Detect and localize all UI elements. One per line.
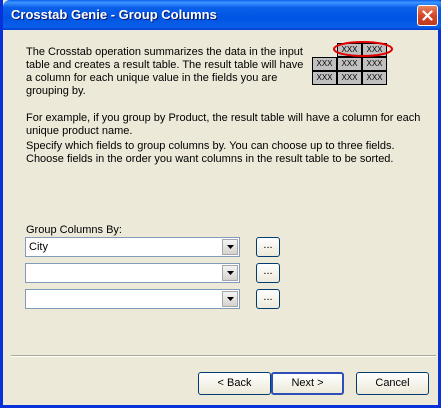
description-paragraph-1: The Crosstab operation summarizes the da… <box>26 46 304 97</box>
description-paragraph-3: Specify which fields to group columns by… <box>26 140 395 165</box>
back-button[interactable]: < Back <box>198 372 271 395</box>
close-icon <box>422 10 433 21</box>
dropdown-arrow-icon[interactable] <box>222 265 238 281</box>
illustration-cell: XXX <box>362 57 387 71</box>
cancel-button[interactable]: Cancel <box>356 372 429 395</box>
dropdown-arrow-icon[interactable] <box>222 239 238 255</box>
title-bar[interactable]: Crosstab Genie - Group Columns <box>3 0 441 30</box>
illustration-cell: XXX <box>312 71 337 85</box>
illustration-cell: XXX <box>312 57 337 71</box>
button-separator <box>11 355 436 357</box>
window-title: Crosstab Genie - Group Columns <box>11 7 217 22</box>
dialog-window: Crosstab Genie - Group Columns The Cross… <box>0 0 441 408</box>
crosstab-illustration: XXX XXX XXX XXX XXX XXX XXX XXX <box>312 41 393 85</box>
illustration-cell: XXX <box>337 71 362 85</box>
dropdown-arrow-icon[interactable] <box>222 291 238 307</box>
illustration-cell: XXX <box>362 71 387 85</box>
group-field-1-select[interactable]: City <box>25 237 240 257</box>
close-button[interactable] <box>417 5 438 26</box>
group-field-1-browse-button[interactable]: ... <box>256 237 280 257</box>
description-paragraph-2: For example, if you group by Product, th… <box>26 112 421 137</box>
group-field-1-value: City <box>29 241 48 253</box>
group-columns-label: Group Columns By: <box>26 224 122 236</box>
highlight-ellipse-icon <box>333 41 393 57</box>
group-field-3-browse-button[interactable]: ... <box>256 289 280 309</box>
illustration-cell: XXX <box>337 57 362 71</box>
next-button[interactable]: Next > <box>271 372 344 395</box>
group-field-2-select[interactable] <box>25 263 240 283</box>
group-field-3-select[interactable] <box>25 289 240 309</box>
group-field-2-browse-button[interactable]: ... <box>256 263 280 283</box>
